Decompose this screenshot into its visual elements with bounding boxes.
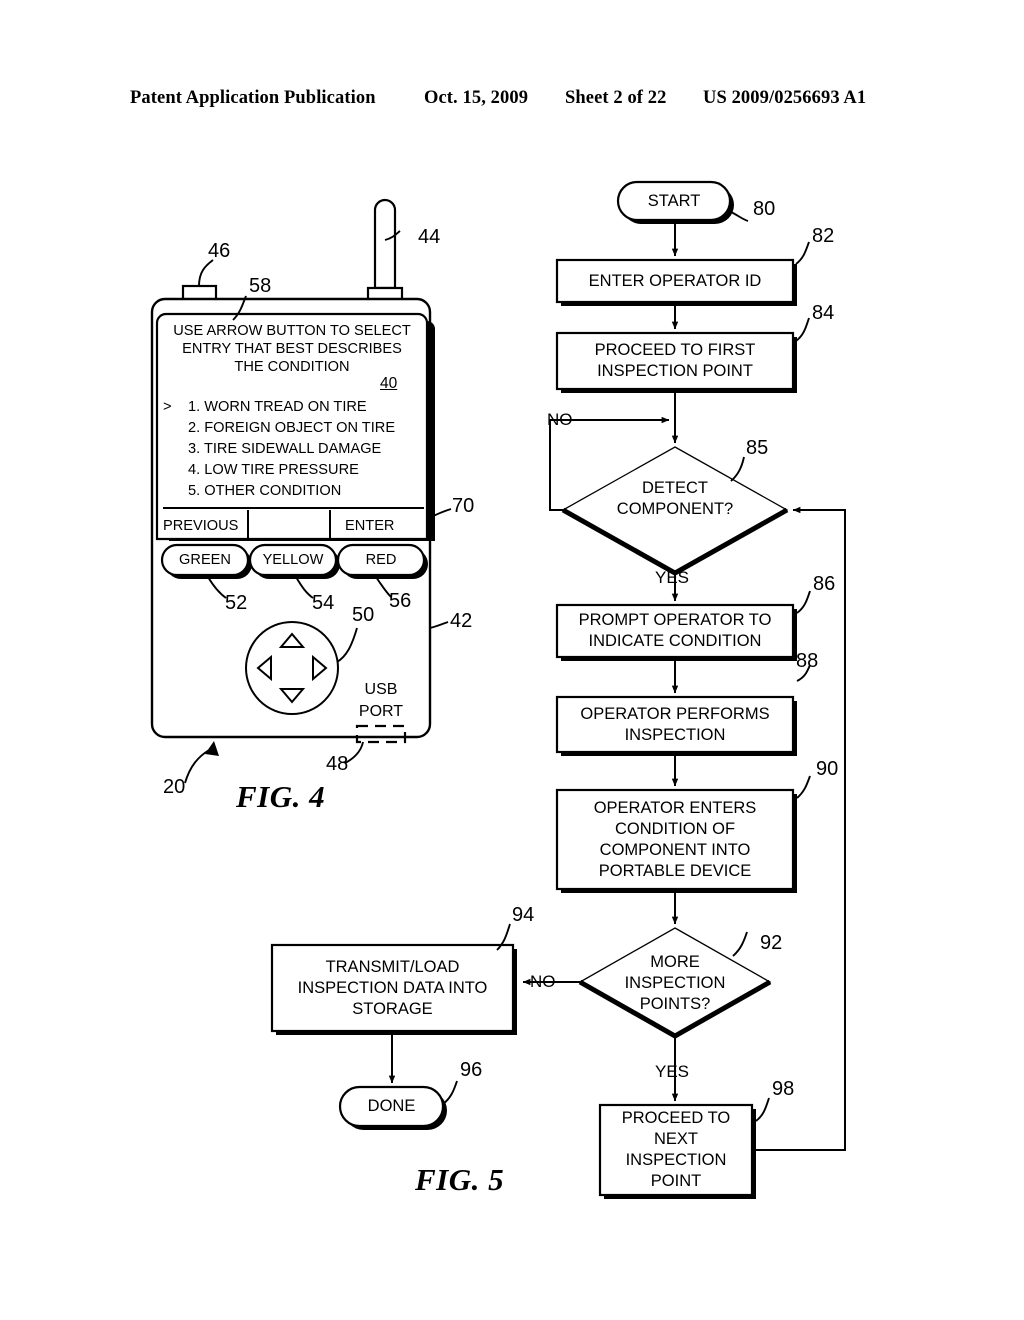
drawing-vectors <box>150 180 846 1199</box>
screen-ref-40: 40 <box>380 375 398 392</box>
screen-option-3[interactable]: 3. TIRE SIDEWALL DAMAGE <box>188 440 381 458</box>
ref-92: 92 <box>760 932 783 954</box>
edge-label-detect-no: NO <box>547 410 573 429</box>
node-98-label: PROCEED TO NEXT INSPECTION POINT <box>621 1109 731 1190</box>
fig4-leads <box>184 230 452 784</box>
node-92-label: MORE INSPECTION POINTS? <box>624 952 726 1013</box>
softkey-enter[interactable]: ENTER <box>345 517 394 535</box>
ref-70: 70 <box>452 495 475 517</box>
ref-94: 94 <box>512 904 535 926</box>
ref-54: 54 <box>312 592 335 614</box>
node-94-label: TRANSMIT/LOAD INSPECTION DATA INTO STORAGE <box>297 957 488 1018</box>
ref-80: 80 <box>753 198 776 220</box>
screen-option-2[interactable]: 2. FOREIGN OBJECT ON TIRE <box>188 419 395 437</box>
node-82-label: ENTER OPERATOR ID <box>588 271 762 290</box>
ref-82: 82 <box>812 225 835 247</box>
node-85-label: DETECT COMPONENT? <box>616 479 734 518</box>
softkey-previous[interactable]: PREVIOUS <box>163 517 238 535</box>
fig5-caption: FIG. 5 <box>415 1162 505 1197</box>
usb-port-48 <box>355 724 407 744</box>
page-header: Patent Application Publication Oct. 15, … <box>0 88 1024 118</box>
node-86-label: PROMPT OPERATOR TO INDICATE CONDITION <box>578 611 772 650</box>
ref-56: 56 <box>389 590 412 612</box>
dpad-50 <box>245 621 339 715</box>
header-date: Oct. 15, 2009 <box>424 88 529 108</box>
edge-label-more-yes: YES <box>655 1062 690 1081</box>
ref-52: 52 <box>225 592 248 614</box>
fig4-caption: FIG. 4 <box>236 779 326 814</box>
header-publication: Patent Application Publication <box>130 88 376 108</box>
ref-42: 42 <box>450 610 473 632</box>
ref-48: 48 <box>326 753 349 775</box>
ref-85: 85 <box>746 437 769 459</box>
ref-50: 50 <box>352 604 375 626</box>
ref-20: 20 <box>163 776 186 798</box>
node-80-label: START <box>647 191 701 210</box>
header-sheet: Sheet 2 of 22 <box>565 88 667 108</box>
screen-prompt-line2: ENTRY THAT BEST DESCRIBES <box>182 341 402 357</box>
node-96-label: DONE <box>367 1097 416 1115</box>
red-button-label[interactable]: RED <box>338 551 424 569</box>
header-patent-number: US 2009/0256693 A1 <box>703 88 867 108</box>
antenna-44 <box>366 198 404 303</box>
usb-label-line1: USB <box>364 681 398 698</box>
edge-label-more-no: NO <box>530 972 556 991</box>
ref-86: 86 <box>813 573 836 595</box>
ref-84: 84 <box>812 302 835 324</box>
usb-label-line2: PORT <box>358 703 404 720</box>
node-88-label: OPERATOR PERFORMS INSPECTION <box>580 704 770 744</box>
yellow-button-label[interactable]: YELLOW <box>250 551 336 569</box>
ref-96: 96 <box>460 1059 483 1081</box>
ref-90: 90 <box>816 758 839 780</box>
ref-46: 46 <box>208 240 231 262</box>
ref-58: 58 <box>249 275 272 297</box>
screen-prompt-line3: THE CONDITION <box>234 359 350 375</box>
node-84-label: PROCEED TO FIRST INSPECTION POINT <box>594 341 756 380</box>
screen-option-5[interactable]: 5. OTHER CONDITION <box>188 482 341 500</box>
green-button-label[interactable]: GREEN <box>162 551 248 569</box>
patent-drawing-page: Patent Application Publication Oct. 15, … <box>0 0 1024 1320</box>
edge-label-detect-yes: YES <box>655 568 690 587</box>
ref-98: 98 <box>772 1078 795 1100</box>
nub-46 <box>181 284 218 302</box>
node-90-label: OPERATOR ENTERS CONDITION OF COMPONENT INT… <box>593 798 757 880</box>
screen-option-1[interactable]: 1. WORN TREAD ON TIRE <box>188 398 367 416</box>
screen-option-4[interactable]: 4. LOW TIRE PRESSURE <box>188 461 359 479</box>
ref-88: 88 <box>796 650 819 672</box>
screen-cursor: > <box>163 399 172 415</box>
screen-prompt-line1: USE ARROW BUTTON TO SELECT <box>173 323 411 339</box>
ref-44: 44 <box>418 226 441 248</box>
